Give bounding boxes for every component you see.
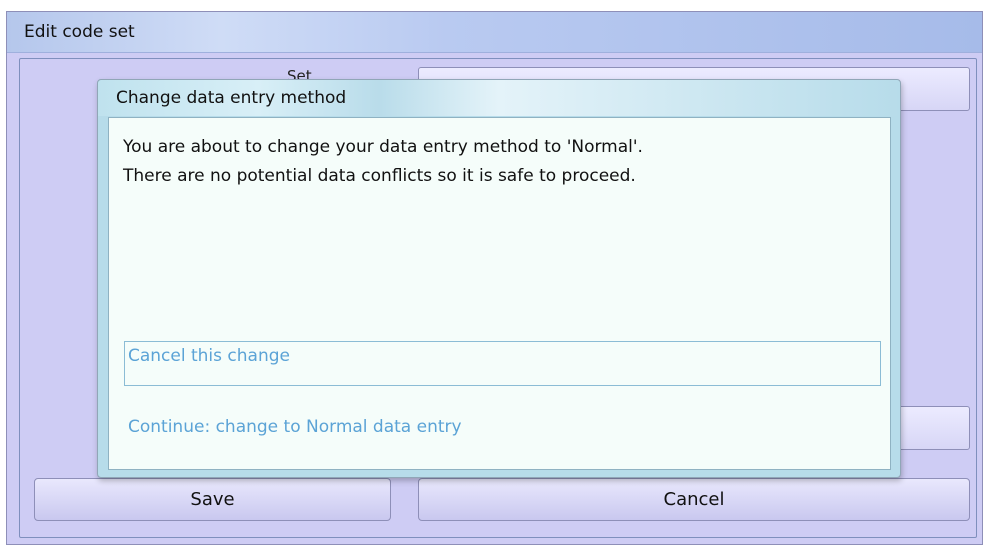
cancel-change-option[interactable]: Cancel this change xyxy=(124,341,881,386)
message-line-2: There are no potential data conflicts so… xyxy=(123,166,636,186)
save-button[interactable]: Save xyxy=(34,478,391,521)
dialog-body: You are about to change your data entry … xyxy=(108,117,891,470)
change-data-entry-dialog: Change data entry method You are about t… xyxy=(97,79,901,478)
window-titlebar[interactable]: Edit code set xyxy=(7,12,982,53)
window-title: Edit code set xyxy=(24,22,135,42)
continue-normal-entry-option[interactable]: Continue: change to Normal data entry xyxy=(124,417,462,437)
dialog-message: You are about to change your data entry … xyxy=(123,133,643,191)
dialog-title: Change data entry method xyxy=(116,88,347,108)
dialog-titlebar[interactable]: Change data entry method xyxy=(98,80,900,116)
cancel-button[interactable]: Cancel xyxy=(418,478,970,521)
message-line-1: You are about to change your data entry … xyxy=(123,137,643,157)
